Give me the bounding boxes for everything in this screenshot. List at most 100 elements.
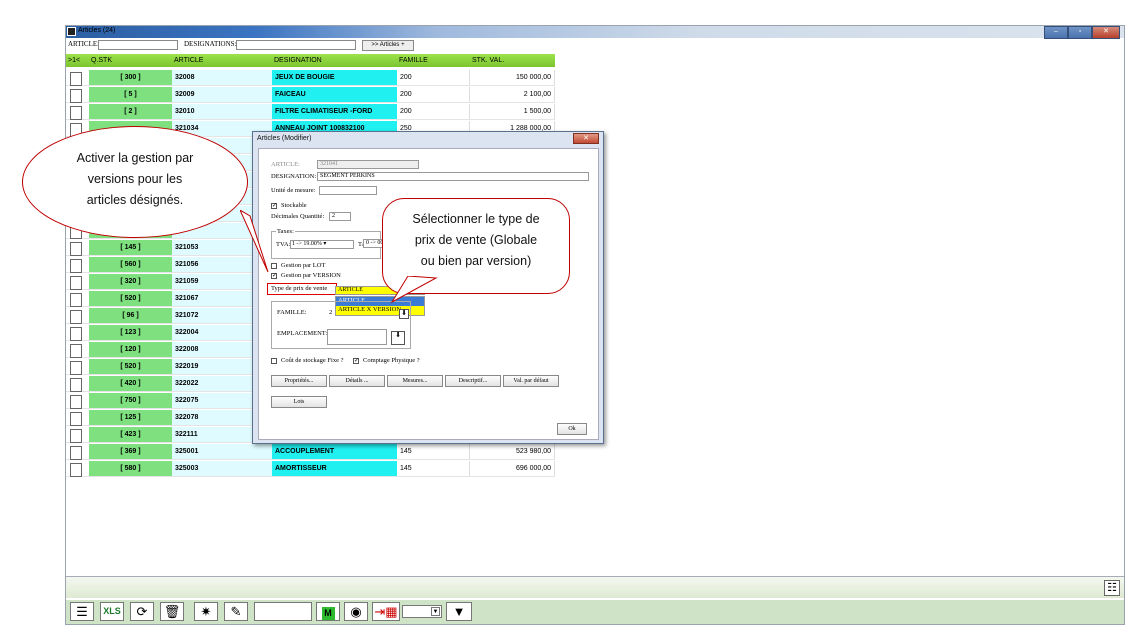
row-checkbox[interactable] bbox=[70, 293, 82, 307]
lots-button[interactable]: Lots bbox=[271, 396, 327, 408]
dialog-close-button[interactable]: ✕ bbox=[573, 133, 599, 144]
table-row[interactable]: [ 580 ] 325003 AMORTISSEUR 145 696 000,00 bbox=[66, 461, 556, 478]
cell-designation: FILTRE CLIMATISEUR -FORD bbox=[272, 104, 397, 120]
chevron-down-icon[interactable]: ▼ bbox=[431, 607, 440, 616]
emplacement-lookup-icon[interactable]: ⬇ bbox=[391, 331, 405, 345]
cell-qstk: [ 423 ] bbox=[89, 427, 172, 443]
cell-famille: 200 bbox=[397, 87, 470, 103]
callout-type-prix-line-2: prix de vente (Globale bbox=[414, 233, 538, 247]
col-header-famille[interactable]: FAMILLE bbox=[397, 54, 470, 67]
minimize-button[interactable]: – bbox=[1044, 26, 1068, 39]
app-icon bbox=[67, 27, 76, 36]
toolbar-spacer-button[interactable] bbox=[254, 602, 312, 621]
tva-select[interactable]: 1 -> 19.00% ▾ bbox=[290, 240, 354, 249]
col-header-designation[interactable]: DESIGNATION bbox=[272, 54, 397, 67]
decimales-spinner[interactable]: 2 bbox=[329, 212, 351, 221]
stockable-label: Stockable bbox=[281, 202, 307, 209]
table-row[interactable]: [ 2 ] 32010 FILTRE CLIMATISEUR -FORD 200 1 5… bbox=[66, 104, 556, 121]
row-checkbox[interactable] bbox=[70, 72, 82, 86]
m-icon[interactable]: M bbox=[316, 602, 340, 621]
sparkle-icon[interactable]: ✷ bbox=[194, 602, 218, 621]
row-checkbox[interactable] bbox=[70, 463, 82, 477]
row-checkbox[interactable] bbox=[70, 361, 82, 375]
unite-field[interactable] bbox=[319, 186, 377, 195]
gestion-lot-label: Gestion par LOT bbox=[281, 262, 326, 269]
table-row[interactable]: [ 369 ] 325001 ACCOUPLEMENT 145 523 980,00 bbox=[66, 444, 556, 461]
details-button[interactable]: Détails ... bbox=[329, 375, 385, 387]
col-header-article[interactable]: ARTICLE bbox=[172, 54, 272, 67]
callout-type-prix-line-1: Sélectionner le type de bbox=[412, 212, 540, 226]
row-checkbox[interactable] bbox=[70, 429, 82, 443]
comptage-checkbox[interactable]: ✓ bbox=[353, 358, 359, 364]
row-select-cell bbox=[66, 342, 89, 358]
callout-versions-line-2: versions pour les bbox=[87, 172, 183, 186]
row-checkbox[interactable] bbox=[70, 259, 82, 273]
emplacement-field[interactable] bbox=[327, 329, 387, 345]
settings-sliders-icon[interactable]: ☷ bbox=[1104, 580, 1120, 596]
toolbar-dropdown[interactable]: ▼ bbox=[402, 605, 442, 618]
cell-famille: 145 bbox=[397, 461, 470, 477]
row-select-cell bbox=[66, 308, 89, 324]
row-checkbox[interactable] bbox=[70, 242, 82, 256]
row-select-cell bbox=[66, 87, 89, 103]
tva-value: 1 -> 19.00% bbox=[292, 241, 322, 247]
eye-icon[interactable]: ◉ bbox=[344, 602, 368, 621]
row-checkbox[interactable] bbox=[70, 106, 82, 120]
mesures-button[interactable]: Mesures... bbox=[387, 375, 443, 387]
cell-stk-val: 523 980,00 bbox=[470, 444, 555, 460]
descriptif-button[interactable]: Descriptif... bbox=[445, 375, 501, 387]
decimales-label: Décimales Quantité: bbox=[271, 213, 325, 220]
row-checkbox[interactable] bbox=[70, 276, 82, 290]
proprietes-button[interactable]: Propriétés... bbox=[271, 375, 327, 387]
close-button[interactable]: ✕ bbox=[1092, 26, 1120, 39]
row-select-cell bbox=[66, 274, 89, 290]
edit-icon[interactable]: ✎ bbox=[224, 602, 248, 621]
articles-plus-button[interactable]: >> Articles + bbox=[362, 40, 414, 51]
row-checkbox[interactable] bbox=[70, 89, 82, 103]
famille-lookup-icon[interactable]: ⬇ bbox=[399, 309, 409, 319]
grid-header: >1< Q.STK ARTICLE DESIGNATION FAMILLE ST… bbox=[66, 54, 556, 68]
article-field[interactable]: 321041 bbox=[317, 160, 419, 169]
row-checkbox[interactable] bbox=[70, 446, 82, 460]
import-icon[interactable]: ⇥▦ bbox=[372, 602, 400, 621]
refresh-icon[interactable]: ⟳ bbox=[130, 602, 154, 621]
cell-article: 325001 bbox=[172, 444, 272, 460]
callout-type-prix-pointer bbox=[390, 276, 438, 304]
stockable-checkbox[interactable]: ✓ bbox=[271, 203, 277, 209]
cell-qstk: [ 2 ] bbox=[89, 104, 172, 120]
row-checkbox[interactable] bbox=[70, 395, 82, 409]
row-checkbox[interactable] bbox=[70, 310, 82, 324]
val-defaut-button[interactable]: Val. par défaut bbox=[503, 375, 559, 387]
table-row[interactable]: [ 300 ] 32008 JEUX DE BOUGIE 200 150 000,00 bbox=[66, 70, 556, 87]
row-checkbox[interactable] bbox=[70, 412, 82, 426]
unite-label: Unité de mesure: bbox=[271, 187, 316, 194]
row-select-cell bbox=[66, 461, 89, 477]
table-row[interactable]: [ 5 ] 32009 FAICEAU 200 2 100,00 bbox=[66, 87, 556, 104]
article-filter-input[interactable] bbox=[98, 40, 178, 50]
ok-button[interactable]: Ok bbox=[557, 423, 587, 435]
col-header-select[interactable]: >1< bbox=[66, 54, 89, 67]
menu-icon[interactable]: ☰ bbox=[70, 602, 94, 621]
cell-qstk: [ 145 ] bbox=[89, 240, 172, 256]
cout-checkbox[interactable] bbox=[271, 358, 277, 364]
cell-famille: 145 bbox=[397, 444, 470, 460]
designations-filter-input[interactable] bbox=[236, 40, 356, 50]
filter-icon[interactable]: ▼ bbox=[446, 602, 472, 621]
row-checkbox[interactable] bbox=[70, 378, 82, 392]
delete-icon[interactable]: 🗑 bbox=[160, 602, 184, 621]
gestion-version-checkbox[interactable]: ✓ bbox=[271, 273, 277, 279]
row-checkbox[interactable] bbox=[70, 327, 82, 341]
cell-qstk: [ 300 ] bbox=[89, 70, 172, 86]
designation-field[interactable]: SEGMENT PERKINS bbox=[317, 172, 589, 181]
excel-icon[interactable]: XLS bbox=[100, 602, 124, 621]
col-header-qstk[interactable]: Q.STK bbox=[89, 54, 172, 67]
callout-versions-line-3: articles désignés. bbox=[86, 193, 184, 207]
callout-versions-pointer bbox=[240, 210, 269, 273]
row-select-cell bbox=[66, 240, 89, 256]
col-header-stk-val[interactable]: STK. VAL. bbox=[470, 54, 555, 67]
maximize-button[interactable]: ▫ bbox=[1068, 26, 1092, 39]
row-select-cell bbox=[66, 104, 89, 120]
cell-qstk: [ 520 ] bbox=[89, 359, 172, 375]
gestion-lot-checkbox[interactable] bbox=[271, 263, 277, 269]
row-checkbox[interactable] bbox=[70, 344, 82, 358]
